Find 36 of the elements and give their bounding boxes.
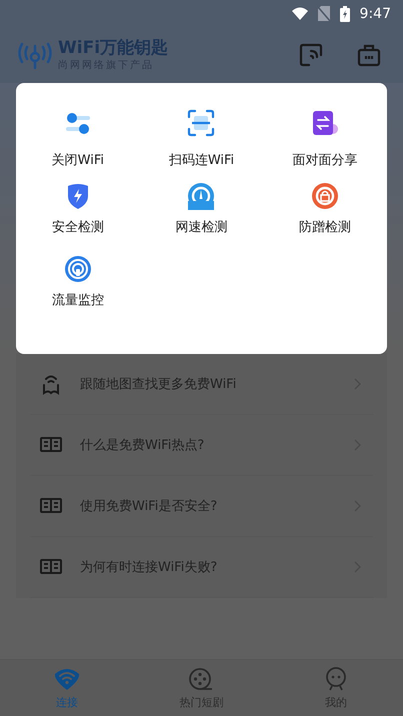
hotspot-icon <box>64 255 92 283</box>
quick-action[interactable]: 流量监控 <box>16 255 140 328</box>
quick-action-label: 防蹭检测 <box>299 219 352 236</box>
quick-action-label: 流量监控 <box>52 292 104 309</box>
list-item-label: 使用免费WiFi是否安全? <box>80 498 218 515</box>
wifi-icon <box>54 666 80 690</box>
share-swap-icon <box>311 109 340 137</box>
film-reel-icon <box>188 666 214 690</box>
quick-action[interactable]: 防蹭检测 <box>263 182 387 255</box>
quick-action[interactable]: 安全检测 <box>16 182 140 255</box>
list-item-label: 什么是免费WiFi热点? <box>80 437 206 454</box>
cast-icon[interactable] <box>299 43 323 67</box>
book-icon <box>40 497 62 515</box>
speedometer-icon <box>187 182 216 210</box>
list-item-label: 跟随地图查找更多免费WiFi <box>80 376 238 393</box>
quick-action-label: 面对面分享 <box>292 152 358 169</box>
quick-action-label: 安全检测 <box>52 219 104 236</box>
quick-action-label: 网速检测 <box>175 219 228 236</box>
smiley-icon <box>324 666 347 690</box>
lock-icon <box>311 182 340 210</box>
battery-charging-icon <box>340 6 350 22</box>
wifi-key-logo-icon <box>16 40 54 70</box>
scan-icon <box>187 109 216 137</box>
quick-action[interactable]: 扫码连WiFi <box>140 109 264 182</box>
book-icon <box>40 558 62 576</box>
list-item-label: 为何有时连接WiFi失败? <box>80 559 218 576</box>
no-sim-icon <box>318 6 330 21</box>
toolbox-icon[interactable] <box>357 43 381 67</box>
quick-action-label: 关闭WiFi <box>52 152 104 169</box>
quick-action[interactable]: 关闭WiFi <box>16 109 140 182</box>
book-icon <box>40 436 62 454</box>
quick-action[interactable]: 面对面分享 <box>263 109 387 182</box>
status-time: 9:47 <box>360 6 391 22</box>
wifi-signal-icon <box>292 7 308 20</box>
quick-action[interactable]: 网速检测 <box>140 182 264 255</box>
quick-action-label: 扫码连WiFi <box>168 152 234 169</box>
